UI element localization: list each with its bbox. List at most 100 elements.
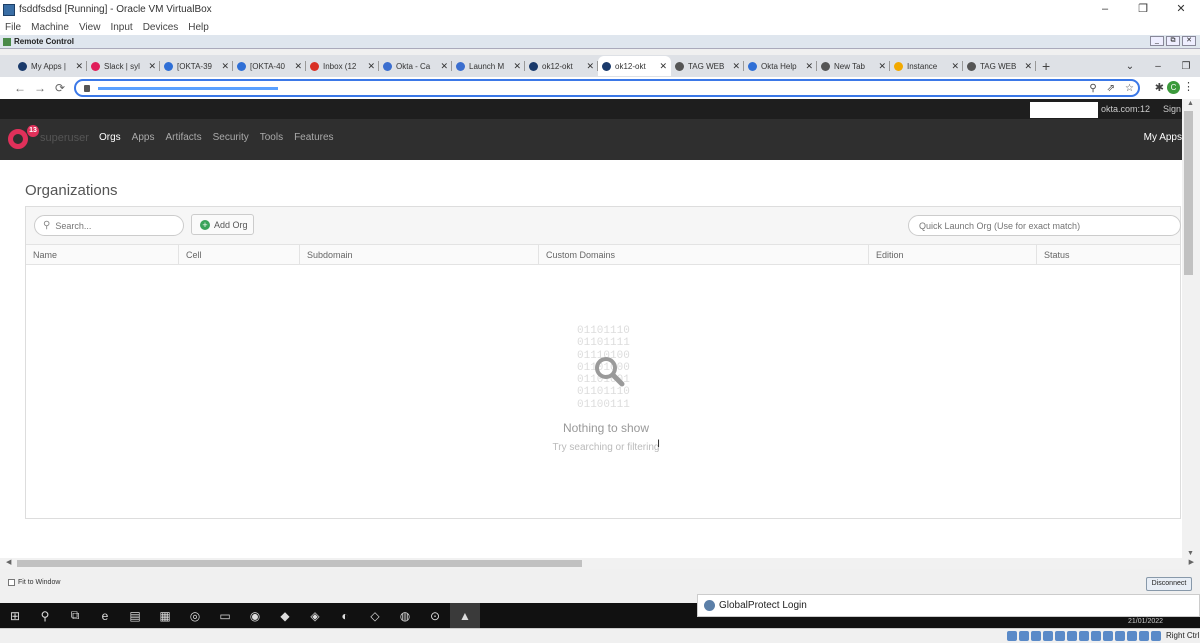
menu-input[interactable]: Input — [110, 22, 132, 33]
disconnect-button[interactable]: Disconnect — [1146, 577, 1192, 591]
vertical-scrollbar[interactable]: ▲ ▼ — [1182, 99, 1200, 558]
column-header-edition[interactable]: Edition — [868, 245, 1036, 265]
taskbar-app-icon[interactable]: ⊙ — [420, 603, 450, 628]
taskbar-app-icon[interactable]: ⧉ — [60, 603, 90, 628]
browser-restore-button[interactable]: ❐ — [1172, 61, 1200, 72]
menu-devices[interactable]: Devices — [143, 22, 179, 33]
tab-close-icon[interactable]: ✕ — [586, 61, 594, 72]
scroll-down-arrow-icon[interactable]: ▼ — [1187, 550, 1194, 557]
tray-icon[interactable] — [1079, 631, 1089, 641]
nav-security[interactable]: Security — [213, 132, 249, 143]
tab-close-icon[interactable]: ✕ — [732, 61, 740, 72]
column-header-subdomain[interactable]: Subdomain — [299, 245, 538, 265]
taskbar-app-icon[interactable]: ◈ — [300, 603, 330, 628]
okta-logo-icon[interactable] — [8, 129, 28, 149]
tray-icon[interactable] — [1019, 631, 1029, 641]
browser-tab[interactable]: My Apps | ✕ — [14, 56, 87, 76]
tab-close-icon[interactable]: ✕ — [221, 61, 229, 72]
browser-minimize-button[interactable]: – — [1144, 61, 1172, 72]
search-box[interactable]: ⚲ — [34, 215, 184, 236]
tab-close-icon[interactable]: ✕ — [659, 61, 667, 72]
globalprotect-popup[interactable]: GlobalProtect Login — [697, 594, 1200, 617]
tray-icon[interactable] — [1007, 631, 1017, 641]
browser-menu-icon[interactable]: ⋮ — [1183, 80, 1194, 93]
sign-out-link[interactable]: Sign — [1163, 104, 1181, 114]
rc-restore-button[interactable]: ⧉ — [1166, 36, 1180, 46]
tray-icon[interactable] — [1055, 631, 1065, 641]
new-tab-button[interactable]: + — [1042, 58, 1050, 74]
tray-icon[interactable] — [1151, 631, 1161, 641]
reload-button[interactable]: ⟳ — [50, 81, 70, 95]
browser-tab[interactable]: ok12-okt ✕ — [598, 56, 671, 76]
tab-close-icon[interactable]: ✕ — [75, 61, 83, 72]
start-button[interactable]: ⊞ — [0, 603, 30, 628]
vertical-scroll-thumb[interactable] — [1184, 111, 1193, 275]
menu-file[interactable]: File — [5, 22, 21, 33]
tab-search-button[interactable]: ⌄ — [1116, 61, 1144, 72]
extensions-icon[interactable]: ✱ — [1155, 81, 1164, 94]
taskbar-app-icon[interactable]: ▲ — [450, 603, 480, 628]
tab-close-icon[interactable]: ✕ — [148, 61, 156, 72]
browser-tab[interactable]: [OKTA-40 ✕ — [233, 56, 306, 76]
nav-orgs[interactable]: Orgs — [99, 132, 121, 143]
profile-avatar[interactable]: C — [1167, 81, 1180, 94]
browser-tab[interactable]: Okta - Ca ✕ — [379, 56, 452, 76]
scroll-right-arrow-icon[interactable]: ▶ — [1189, 558, 1194, 566]
nav-artifacts[interactable]: Artifacts — [165, 132, 201, 143]
browser-tab[interactable]: New Tab ✕ — [817, 56, 890, 76]
share-icon[interactable]: ⇗ — [1107, 83, 1115, 94]
add-org-button[interactable]: + Add Org — [191, 214, 254, 235]
taskbar-app-icon[interactable]: ▭ — [210, 603, 240, 628]
column-header-name[interactable]: Name — [26, 245, 178, 265]
tab-close-icon[interactable]: ✕ — [513, 61, 521, 72]
browser-tab[interactable]: Instance ✕ — [890, 56, 963, 76]
tab-close-icon[interactable]: ✕ — [951, 61, 959, 72]
menu-help[interactable]: Help — [188, 22, 209, 33]
column-header-custom-domains[interactable]: Custom Domains — [538, 245, 868, 265]
menu-machine[interactable]: Machine — [31, 22, 69, 33]
tray-icon[interactable] — [1115, 631, 1125, 641]
my-apps-link[interactable]: My Apps — [1144, 132, 1182, 143]
column-header-status[interactable]: Status — [1036, 245, 1181, 265]
tab-close-icon[interactable]: ✕ — [805, 61, 813, 72]
back-button[interactable]: ← — [10, 81, 30, 95]
tray-icon[interactable] — [1091, 631, 1101, 641]
browser-tab[interactable]: Okta Help ✕ — [744, 56, 817, 76]
tab-close-icon[interactable]: ✕ — [440, 61, 448, 72]
taskbar-app-icon[interactable]: ⚲ — [30, 603, 60, 628]
taskbar-app-icon[interactable]: ◐ — [330, 603, 360, 628]
browser-tab[interactable]: Launch M ✕ — [452, 56, 525, 76]
tab-close-icon[interactable]: ✕ — [878, 61, 886, 72]
horizontal-scroll-thumb[interactable] — [17, 560, 582, 567]
tray-icon[interactable] — [1043, 631, 1053, 641]
column-header-cell[interactable]: Cell — [178, 245, 299, 265]
address-bar[interactable]: ⚲ ⇗ ☆ — [74, 79, 1140, 97]
rc-minimize-button[interactable]: _ — [1150, 36, 1164, 46]
browser-tab[interactable]: Inbox (12 ✕ — [306, 56, 379, 76]
nav-tools[interactable]: Tools — [260, 132, 283, 143]
search-input[interactable] — [55, 220, 183, 231]
tab-close-icon[interactable]: ✕ — [294, 61, 302, 72]
tray-icon[interactable] — [1103, 631, 1113, 641]
fit-to-window-checkbox[interactable]: Fit to Window — [8, 579, 60, 586]
tray-icon[interactable] — [1127, 631, 1137, 641]
minimize-button[interactable]: – — [1086, 0, 1124, 19]
scroll-left-arrow-icon[interactable]: ◀ — [6, 558, 11, 566]
browser-tab[interactable]: TAG WEB ✕ — [963, 56, 1036, 76]
maximize-button[interactable]: ❐ — [1124, 0, 1162, 19]
forward-button[interactable]: → — [30, 81, 50, 95]
quick-launch-input[interactable] — [919, 220, 1180, 231]
tray-icon[interactable] — [1139, 631, 1149, 641]
taskbar-app-icon[interactable]: ◇ — [360, 603, 390, 628]
quick-launch-box[interactable] — [908, 215, 1181, 236]
tab-close-icon[interactable]: ✕ — [1024, 61, 1032, 72]
browser-tab[interactable]: TAG WEB ✕ — [671, 56, 744, 76]
taskbar-app-icon[interactable]: ◎ — [180, 603, 210, 628]
scroll-up-arrow-icon[interactable]: ▲ — [1187, 100, 1194, 107]
taskbar-app-icon[interactable]: e — [90, 603, 120, 628]
taskbar-app-icon[interactable]: ◉ — [240, 603, 270, 628]
taskbar-app-icon[interactable]: ▦ — [150, 603, 180, 628]
browser-tab[interactable]: ok12-okt ✕ — [525, 56, 598, 76]
zoom-icon[interactable]: ⚲ — [1089, 83, 1096, 94]
nav-apps[interactable]: Apps — [132, 132, 155, 143]
